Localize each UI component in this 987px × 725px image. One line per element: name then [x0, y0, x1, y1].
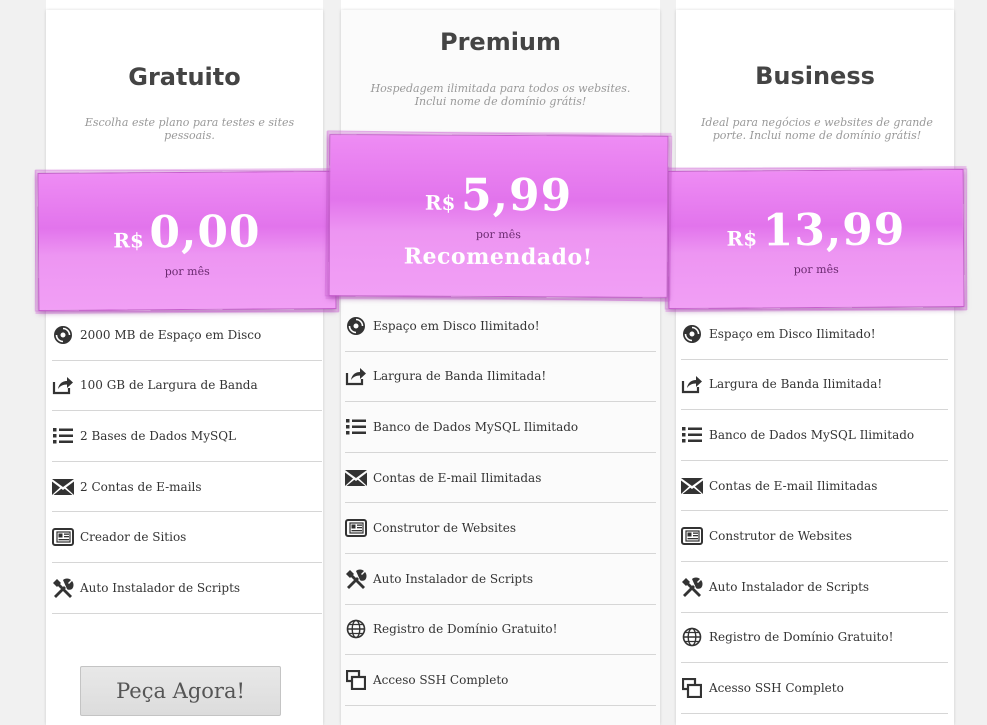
tools-icon [52, 577, 74, 599]
share-icon [52, 374, 74, 396]
feature-item: Largura de Banda Ilimitada! [681, 360, 948, 411]
envelope-icon [681, 475, 703, 497]
feature-item: Contas de E-mail Ilimitadas [345, 453, 656, 504]
feature-item: Contas de E-mail Ilimitadas [681, 461, 948, 512]
feature-item: 2000 MB de Espaço em Disco [52, 310, 322, 361]
feature-item: Banco de Dados MySQL Ilimitado [681, 410, 948, 461]
feature-item: Registro de Domínio Gratuito! [345, 605, 656, 656]
feature-item: 100 GB de Largura de Banda [52, 361, 322, 412]
price-period: por mês [164, 264, 210, 279]
feature-label: 2 Bases de Dados MySQL [80, 428, 236, 443]
page-background-left [0, 0, 46, 725]
feature-item: 2 Contas de E-mails [52, 462, 322, 513]
price: R$ 5,99 [330, 169, 667, 222]
feature-item: 2 Bases de Dados MySQL [52, 411, 322, 462]
feature-label: Construtor de Websites [709, 529, 852, 544]
feature-label: Acesso SSH Completo [709, 680, 844, 695]
currency-symbol: R$ [726, 226, 758, 251]
list-icon [345, 416, 367, 438]
price: R$ 13,99 [669, 204, 963, 257]
recommended-badge: Recomendado! [403, 243, 593, 271]
price-box-business: R$ 13,99 por mês [667, 168, 965, 310]
feature-label: Auto Instalador de Scripts [373, 571, 534, 586]
newspaper-icon [52, 526, 74, 548]
feature-item: Acceso SSH Completo [345, 655, 656, 706]
currency-symbol: R$ [113, 228, 144, 253]
feature-item: Construtor de Websites [345, 503, 656, 554]
currency-symbol: R$ [424, 190, 456, 215]
globe-icon [345, 618, 367, 640]
feature-item: Largura de Banda Ilimitada! [345, 352, 656, 403]
list-icon [681, 424, 703, 446]
feature-label: 100 GB de Largura de Banda [80, 378, 258, 393]
tools-icon [345, 568, 367, 590]
list-icon [52, 425, 74, 447]
price: R$ 0,00 [39, 206, 335, 259]
feature-item: Espaço em Disco Ilimitado! [681, 309, 948, 360]
envelope-icon [345, 467, 367, 489]
price-box-gratuito: R$ 0,00 por mês [37, 170, 337, 312]
order-button[interactable]: Peça Agora! [80, 666, 281, 716]
feature-item: Auto Instalador de Scripts [345, 554, 656, 605]
plan-title: Business [755, 62, 875, 90]
price-period: por mês [475, 227, 521, 242]
page-background-right [954, 0, 987, 725]
feature-label: Registro de Domínio Gratuito! [373, 622, 558, 637]
envelope-icon [52, 476, 74, 498]
feature-label: Registro de Domínio Gratuito! [709, 630, 894, 645]
price-amount: 13,99 [762, 204, 906, 257]
feature-label: Espaço em Disco Ilimitado! [709, 326, 876, 341]
feature-label: Banco de Dados MySQL Ilimitado [373, 419, 579, 434]
feature-item: Construtor de Websites [681, 511, 948, 562]
feature-item: Espaço em Disco Ilimitado! [345, 301, 656, 352]
feature-label: 2000 MB de Espaço em Disco [80, 327, 262, 342]
windows-icon [681, 677, 703, 699]
plan-title: Premium [439, 28, 562, 56]
feature-item: Banco de Dados MySQL Ilimitado [345, 402, 656, 453]
globe-icon [681, 626, 703, 648]
price-period: por mês [793, 262, 839, 277]
price-amount: 0,00 [149, 206, 261, 259]
feature-label: Largura de Banda Ilimitada! [373, 369, 547, 384]
feature-item: Registro de Domínio Gratuito! [681, 613, 948, 664]
feature-label: Contas de E-mail Ilimitadas [709, 478, 878, 493]
disk-icon [52, 324, 74, 346]
feature-item: Auto Instalador de Scripts [681, 562, 948, 613]
feature-label: Auto Instalador de Scripts [709, 579, 870, 594]
page-background-gap-2 [660, 0, 676, 725]
feature-item: Auto Instalador de Scripts [52, 563, 322, 614]
feature-label: 2 Contas de E-mails [80, 479, 202, 494]
share-icon [345, 365, 367, 387]
price-amount: 5,99 [460, 169, 573, 222]
tools-icon [681, 576, 703, 598]
feature-label: Espaço em Disco Ilimitado! [373, 318, 540, 333]
plan-description: Escolha este plano para testes e sites p… [84, 116, 295, 142]
newspaper-icon [345, 517, 367, 539]
feature-label: Banco de Dados MySQL Ilimitado [709, 427, 915, 442]
plan-description: Hospedagem ilimitada para todos os websi… [370, 82, 631, 108]
share-icon [681, 373, 703, 395]
page-background-gap-1 [323, 0, 341, 725]
feature-label: Largura de Banda Ilimitada! [709, 377, 883, 392]
plan-description: Ideal para negócios e websites de grande… [701, 116, 933, 142]
feature-item: Creador de Sitios [52, 512, 322, 563]
feature-label: Auto Instalador de Scripts [80, 580, 241, 595]
disk-icon [345, 315, 367, 337]
windows-icon [345, 669, 367, 691]
disk-icon [681, 323, 703, 345]
feature-label: Construtor de Websites [373, 521, 516, 536]
newspaper-icon [681, 525, 703, 547]
plan-title: Gratuito [128, 63, 241, 91]
feature-label: Creador de Sitios [80, 530, 187, 545]
feature-item: Acesso SSH Completo [681, 663, 948, 714]
price-box-premium: R$ 5,99 por mês Recomendado! [328, 134, 669, 298]
feature-label: Acceso SSH Completo [373, 672, 509, 687]
feature-label: Contas de E-mail Ilimitadas [373, 470, 542, 485]
